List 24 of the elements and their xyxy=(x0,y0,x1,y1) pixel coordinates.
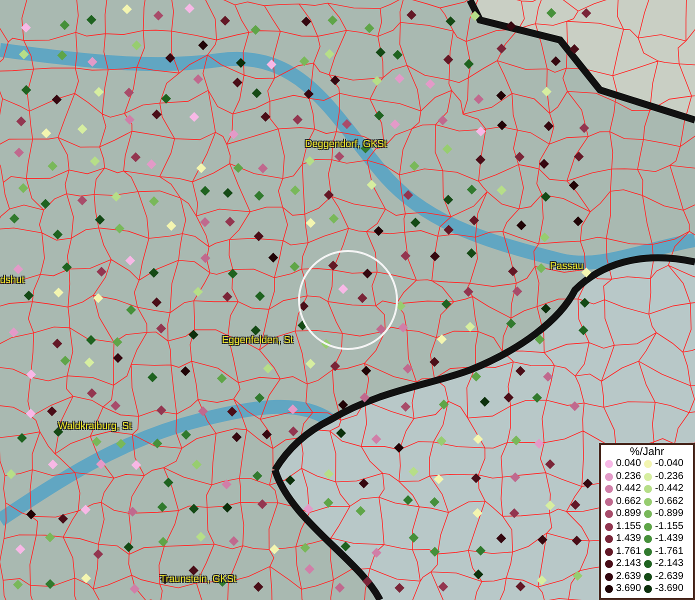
legend-value: 2.143 xyxy=(616,559,642,570)
legend-value: 0.899 xyxy=(616,509,642,520)
legend-value: -0.662 xyxy=(655,496,684,507)
legend-value: 0.442 xyxy=(616,484,642,494)
legend-value: -0.899 xyxy=(655,509,684,520)
legend-value: 3.690 xyxy=(616,584,642,594)
legend-value: 1.155 xyxy=(616,522,642,532)
legend-value: 0.662 xyxy=(616,496,642,507)
legend-value: -3.690 xyxy=(655,584,684,594)
legend-value: 0.236 xyxy=(616,472,642,482)
legend-value: 1.439 xyxy=(616,534,642,544)
legend-value: 1.761 xyxy=(616,546,642,557)
legend-value: -0.236 xyxy=(655,472,684,482)
legend-value: -1.439 xyxy=(655,534,684,544)
legend-value: -0.040 xyxy=(655,459,684,470)
legend-value: 0.040 xyxy=(616,459,642,470)
legend-value: -2.639 xyxy=(655,572,684,582)
legend-title: %/Jahr xyxy=(628,446,666,458)
legend-value: -2.143 xyxy=(655,559,684,570)
legend-value: -1.761 xyxy=(655,546,684,557)
place-label: Passau xyxy=(550,262,584,272)
legend-value: -0.442 xyxy=(655,484,684,494)
legend-value: 2.639 xyxy=(616,572,642,582)
legend-value: -1.155 xyxy=(655,522,684,532)
